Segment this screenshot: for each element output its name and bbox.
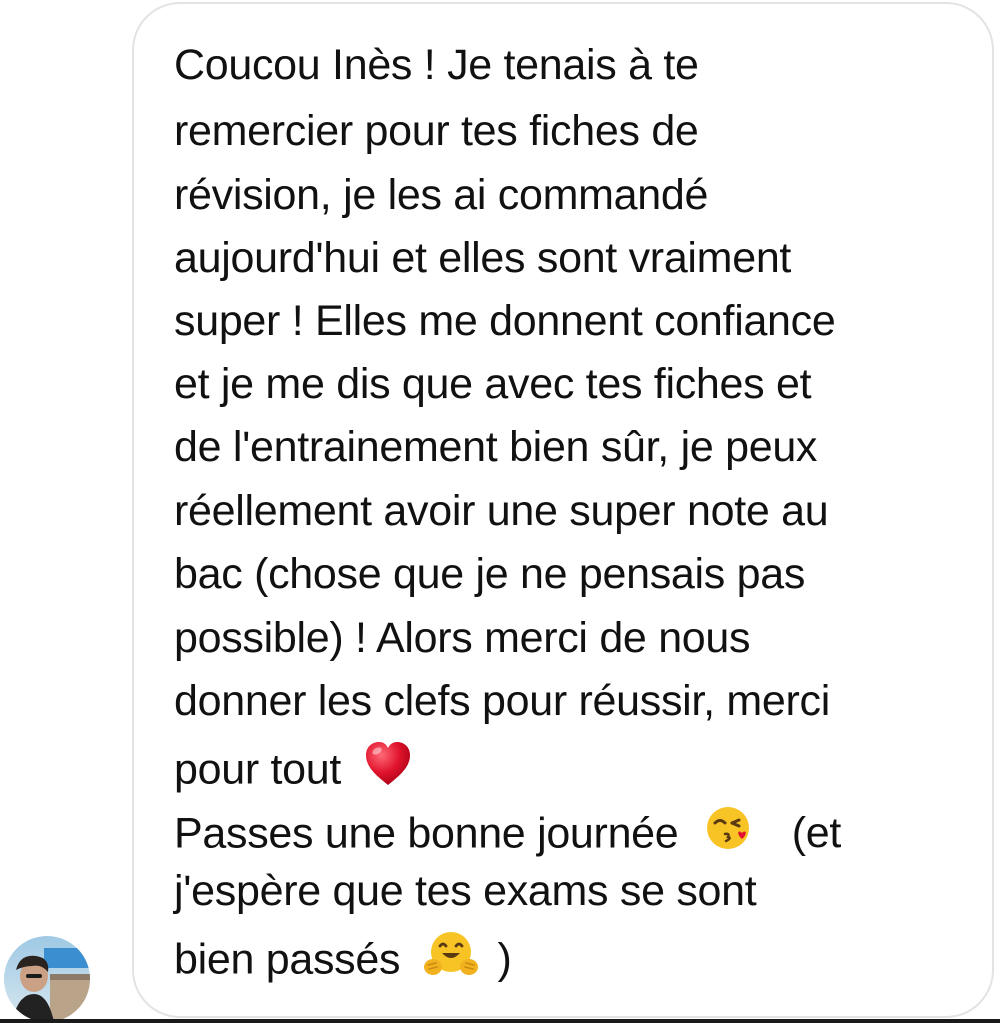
- message-line: Passes une bonne journée (et: [174, 807, 841, 865]
- message-line: j'espère que tes exams se sont: [174, 867, 757, 915]
- face-blowing-kiss-icon: [704, 803, 754, 861]
- message-line: réellement avoir une super note au: [174, 487, 829, 535]
- message-line: donner les clefs pour réussir, merci: [174, 677, 830, 725]
- message-line: Coucou Inès ! Je tenais à te: [174, 41, 699, 89]
- message-text: ): [497, 935, 512, 984]
- message-line: super ! Elles me donnent confiance: [174, 297, 836, 345]
- message-line: bien passés ): [174, 932, 512, 991]
- hugging-face-icon: [423, 929, 478, 987]
- message-line: pour tout: [174, 742, 413, 801]
- message-text: Passes une bonne journée: [174, 809, 679, 858]
- message-line: possible) ! Alors merci de nous: [174, 614, 751, 662]
- message-text: (et: [791, 809, 842, 858]
- divider: [0, 1019, 1000, 1023]
- message-line: aujourd'hui et elles sont vraiment: [174, 234, 792, 282]
- message-text: pour tout: [174, 745, 342, 794]
- message-line: bac (chose que je ne pensais pas: [174, 550, 806, 598]
- message-text: bien passés: [174, 935, 401, 984]
- red-heart-icon: [363, 739, 413, 797]
- message-view: Coucou Inès ! Je tenais à te remercier p…: [0, 0, 1000, 1023]
- message-line: de l'entrainement bien sûr, je peux: [174, 423, 818, 471]
- message-line: et je me dis que avec tes fiches et: [174, 360, 812, 408]
- message-line: remercier pour tes fiches de: [174, 107, 699, 155]
- sender-avatar[interactable]: [4, 936, 90, 1022]
- message-line: révision, je les ai commandé: [174, 171, 709, 219]
